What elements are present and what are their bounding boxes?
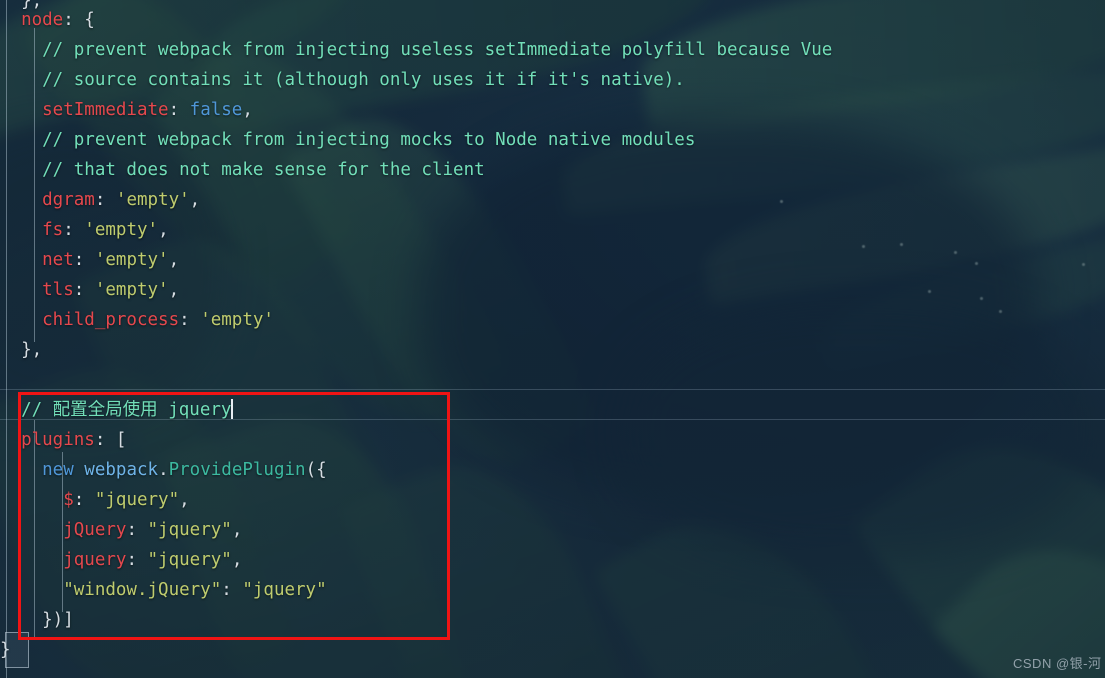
- code-line[interactable]: // prevent webpack from injecting useles…: [0, 35, 832, 65]
- code-line[interactable]: })]: [0, 605, 74, 635]
- code-token: ,: [231, 520, 243, 540]
- code-line[interactable]: jQuery: "jquery",: [0, 515, 242, 545]
- editor-screenshot: }, node: { // prevent webpack from injec…: [0, 0, 1105, 678]
- code-token: "window.jQuery": [0, 580, 222, 600]
- code-line[interactable]: new webpack.ProvidePlugin({: [0, 455, 327, 485]
- brace-match-highlight: [5, 632, 29, 668]
- code-token: ({: [305, 460, 327, 480]
- code-token: child_process: [0, 310, 180, 330]
- code-line[interactable]: dgram: 'empty',: [0, 185, 200, 215]
- code-token: "jquery": [242, 580, 327, 600]
- code-token: "jquery": [94, 490, 180, 510]
- code-line[interactable]: // prevent webpack from injecting mocks …: [0, 125, 695, 155]
- code-token: ,: [189, 190, 201, 210]
- text-caret: [231, 399, 234, 419]
- code-token: webpack: [84, 460, 159, 480]
- code-token: },: [0, 340, 43, 360]
- code-token: // that does not make sense for the clie…: [0, 160, 485, 180]
- code-token: jquery: [0, 550, 127, 570]
- code-token: :: [63, 220, 85, 240]
- code-line[interactable]: plugins: [: [0, 425, 126, 455]
- csdn-watermark: CSDN @银-河: [1013, 656, 1102, 671]
- code-line[interactable]: $: "jquery",: [0, 485, 190, 515]
- code-token: :: [73, 250, 95, 270]
- code-token: 'empty': [115, 190, 190, 210]
- code-line[interactable]: tls: 'empty',: [0, 275, 179, 305]
- code-token: :: [126, 520, 148, 540]
- code-token: 'empty': [84, 220, 159, 240]
- code-line[interactable]: },: [0, 335, 42, 365]
- code-token: net: [0, 250, 74, 270]
- code-token: false: [189, 100, 243, 120]
- code-token: "jquery": [147, 550, 232, 570]
- code-token: "jquery": [147, 520, 232, 540]
- code-editor-surface[interactable]: }, node: { // prevent webpack from injec…: [0, 0, 1105, 678]
- code-token: 'empty': [200, 310, 274, 330]
- code-token: ,: [168, 250, 180, 270]
- code-line[interactable]: child_process: 'empty': [0, 305, 274, 335]
- code-token: })]: [0, 610, 74, 630]
- code-token: ProvidePlugin: [168, 460, 306, 480]
- code-token: ,: [158, 220, 169, 240]
- code-token: // 配置全局使用 jquery: [0, 400, 232, 420]
- code-token: // source contains it (although only use…: [0, 70, 685, 90]
- code-token: : {: [63, 10, 95, 30]
- code-token: :: [126, 550, 148, 570]
- code-token: plugins: [0, 430, 95, 450]
- code-token: setImmediate: [0, 100, 169, 120]
- code-line[interactable]: // source contains it (although only use…: [0, 65, 685, 95]
- code-token: $: [0, 490, 74, 510]
- code-token: :: [94, 190, 116, 210]
- code-token: ,: [231, 550, 243, 570]
- code-token: tls: [0, 280, 74, 300]
- line-separator: [0, 389, 1105, 390]
- code-line[interactable]: setImmediate: false,: [0, 95, 253, 125]
- code-token: jQuery: [0, 520, 127, 540]
- code-token: 'empty': [94, 250, 169, 270]
- code-token: ,: [242, 100, 253, 120]
- code-token: :: [221, 580, 243, 600]
- code-line[interactable]: fs: 'empty',: [0, 215, 169, 245]
- code-token: // prevent webpack from injecting useles…: [0, 40, 833, 60]
- code-token: :: [73, 490, 95, 510]
- code-token: .: [158, 460, 169, 480]
- code-token: :: [73, 280, 95, 300]
- code-token: new: [0, 460, 85, 480]
- code-token: ,: [179, 490, 190, 510]
- code-line[interactable]: node: {: [0, 5, 95, 35]
- code-line[interactable]: // 配置全局使用 jquery: [0, 395, 234, 425]
- code-token: // prevent webpack from injecting mocks …: [0, 130, 696, 150]
- code-line[interactable]: "window.jQuery": "jquery": [0, 575, 327, 605]
- code-token: fs: [0, 220, 64, 240]
- code-line[interactable]: // that does not make sense for the clie…: [0, 155, 485, 185]
- code-token: 'empty': [94, 280, 169, 300]
- code-token: : [: [94, 430, 127, 450]
- code-token: ,: [168, 280, 180, 300]
- code-token: dgram: [0, 190, 95, 210]
- code-token: :: [179, 310, 201, 330]
- code-token: :: [168, 100, 190, 120]
- code-line[interactable]: jquery: "jquery",: [0, 545, 242, 575]
- code-line[interactable]: net: 'empty',: [0, 245, 179, 275]
- code-token: node: [0, 10, 64, 30]
